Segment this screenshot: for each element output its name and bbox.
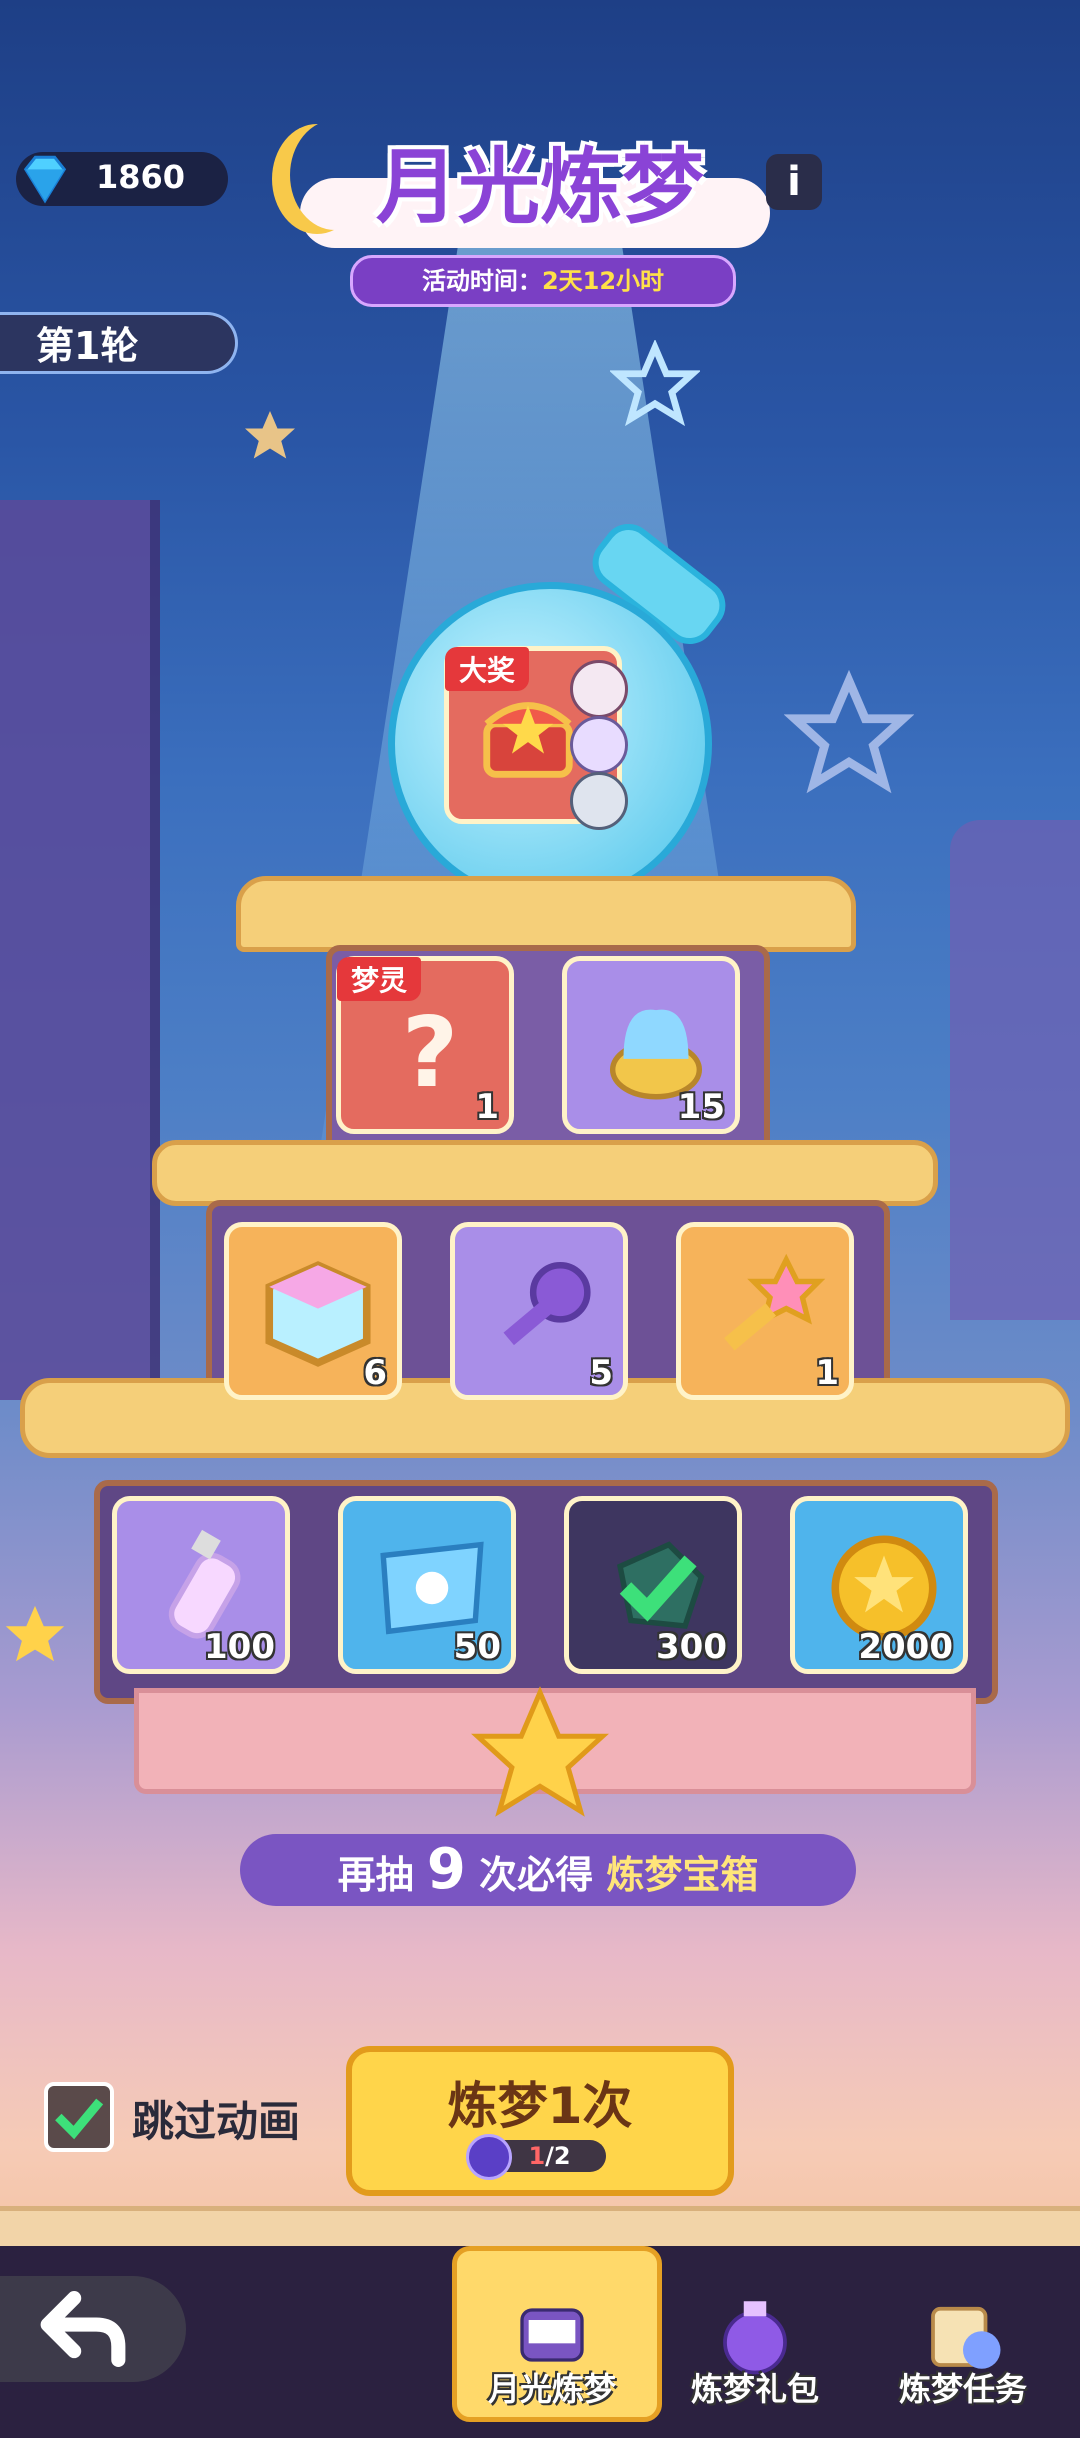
info-button[interactable]: i bbox=[766, 154, 822, 210]
pity-prefix: 再抽 bbox=[337, 1853, 414, 1897]
draw-once-label: 炼梦1次 bbox=[447, 2077, 633, 2135]
round-indicator: 第1轮 bbox=[0, 312, 238, 374]
back-arrow-icon bbox=[40, 2291, 126, 2367]
reward-tile-claimed[interactable]: 300 bbox=[564, 1496, 742, 1674]
event-title: 月光炼梦 bbox=[375, 140, 704, 235]
reward-count: 6 bbox=[363, 1353, 387, 1393]
reward-tile[interactable]: 50 bbox=[338, 1496, 516, 1674]
tab-label: 炼梦任务 bbox=[898, 2370, 1027, 2408]
gem-amount: 1860 bbox=[96, 158, 186, 196]
star-outline-decoration-icon bbox=[610, 340, 700, 427]
tab-dream-tasks[interactable]: 炼梦任务 bbox=[868, 2290, 1058, 2410]
right-shelf-decoration bbox=[950, 820, 1080, 1320]
reward-tile[interactable]: 6 bbox=[224, 1222, 402, 1400]
pity-number: 9 bbox=[426, 1837, 466, 1902]
star-outline-right-icon bbox=[784, 670, 914, 794]
pity-prize: 炼梦宝箱 bbox=[606, 1853, 759, 1897]
event-time-value: 2天12小时 bbox=[541, 267, 665, 295]
skip-animation-label[interactable]: 跳过动画 bbox=[132, 2088, 300, 2149]
back-button[interactable] bbox=[0, 2276, 186, 2382]
reward-count: 50 bbox=[453, 1627, 501, 1667]
reward-tile[interactable]: 梦灵 ? 1 bbox=[336, 956, 514, 1134]
tab-moonlight-dream[interactable]: 月光炼梦 bbox=[457, 2290, 647, 2410]
reward-count: 100 bbox=[204, 1627, 275, 1667]
character-avatar-icon bbox=[570, 772, 628, 830]
skip-animation-checkbox[interactable] bbox=[44, 2082, 114, 2152]
base-star-icon bbox=[471, 1686, 609, 1817]
cabinet-roof bbox=[236, 876, 856, 952]
diamond-icon bbox=[23, 155, 67, 204]
svg-text:?: ? bbox=[402, 995, 459, 1109]
hanging-star-icon bbox=[245, 411, 295, 459]
pity-banner: 再抽 9 次必得 炼梦宝箱 bbox=[240, 1834, 856, 1906]
draw-ticket-icon bbox=[466, 2134, 512, 2180]
character-avatar-icon bbox=[570, 660, 628, 718]
left-shelf-decoration bbox=[0, 500, 160, 1400]
slot-machine-icon bbox=[520, 2308, 584, 2362]
reward-tile[interactable]: 15 bbox=[562, 956, 740, 1134]
reward-tile[interactable]: 2000 bbox=[790, 1496, 968, 1674]
event-time-label: 活动时间： bbox=[421, 267, 542, 295]
event-time: 活动时间：2天12小时 bbox=[350, 255, 736, 307]
reward-count: 5 bbox=[589, 1353, 613, 1393]
character-avatar-icon bbox=[570, 716, 628, 774]
tab-label: 炼梦礼包 bbox=[690, 2370, 819, 2408]
reward-tile[interactable]: 100 bbox=[112, 1496, 290, 1674]
reward-count: 15 bbox=[677, 1087, 725, 1127]
treasure-chest-icon bbox=[483, 702, 573, 778]
tab-dream-pack[interactable]: 炼梦礼包 bbox=[660, 2290, 850, 2410]
cost-have: 1 bbox=[528, 2142, 546, 2170]
reward-tile[interactable]: 1 bbox=[676, 1222, 854, 1400]
pity-middle: 次必得 bbox=[479, 1853, 594, 1897]
reward-count: 1 bbox=[475, 1087, 499, 1127]
checkmark-icon bbox=[55, 2098, 104, 2140]
reward-count: 1 bbox=[815, 1353, 839, 1393]
reward-count: 300 bbox=[656, 1627, 727, 1667]
cabinet-ledge bbox=[152, 1140, 938, 1206]
star-decoration-icon bbox=[5, 1605, 65, 1662]
reward-count: 2000 bbox=[858, 1627, 953, 1667]
tab-label: 月光炼梦 bbox=[487, 2370, 616, 2408]
reward-tile[interactable]: 5 bbox=[450, 1222, 628, 1400]
cost-total: /2 bbox=[545, 2142, 571, 2170]
